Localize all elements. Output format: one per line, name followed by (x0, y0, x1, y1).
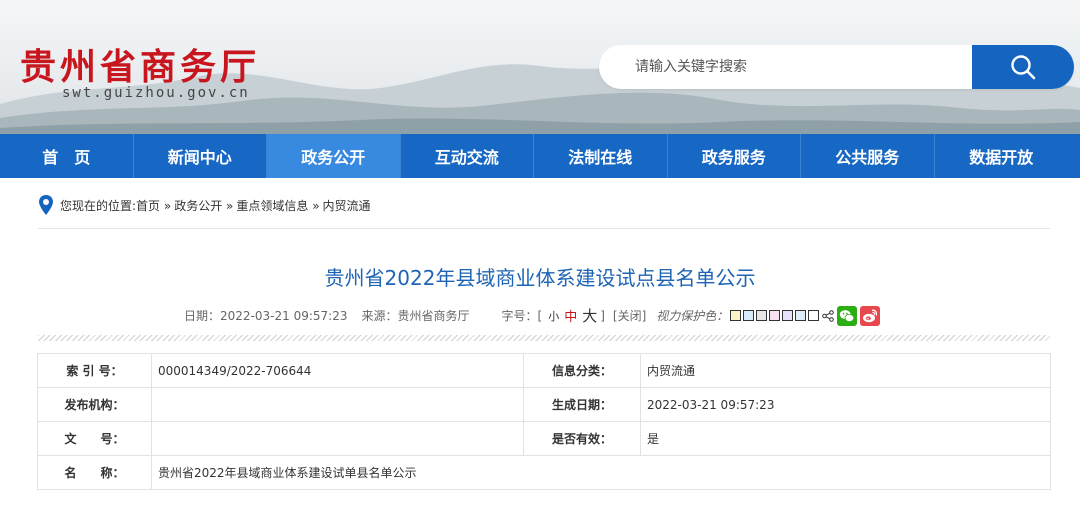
location-pin-icon (39, 195, 53, 215)
divider (38, 228, 1050, 229)
date-label: 日期： (184, 309, 221, 323)
search-bar (599, 45, 1074, 89)
nav-gov-affairs[interactable]: 政务公开 (267, 134, 401, 178)
wechat-icon[interactable] (837, 305, 858, 326)
article-meta: 日期： 2022-03-21 09:57:23 来源： 贵州省商务厅 字号：[ … (184, 305, 881, 326)
created-date-label: 生成日期： (523, 387, 641, 422)
source-value: 贵州省商务厅 (397, 309, 470, 323)
doc-number-value (151, 421, 524, 456)
table-row: 文 号： 是否有效： 是 (37, 421, 1051, 456)
index-number-value: 000014349/2022-706644 (151, 353, 524, 388)
nav-gov-services[interactable]: 政务服务 (668, 134, 801, 178)
color-swatch-cyan[interactable] (795, 310, 807, 321)
category-value: 内贸流通 (640, 353, 1051, 388)
document-info-table: 索 引 号： 000014349/2022-706644 信息分类： 内贸流通 … (37, 353, 1051, 490)
category-label: 信息分类： (523, 353, 641, 388)
color-swatch-purple[interactable] (782, 310, 794, 321)
color-swatch-gray[interactable] (756, 310, 768, 321)
search-button[interactable] (972, 45, 1074, 89)
breadcrumb-domestic-trade[interactable]: 内贸流通 (323, 197, 371, 214)
site-header: 贵州省商务厅 swt.guizhou.gov.cn (0, 0, 1080, 134)
font-size-label: 字号：[ (501, 309, 543, 323)
color-swatch-pink[interactable] (769, 310, 781, 321)
search-input[interactable] (599, 45, 973, 89)
table-row: 发布机构： 生成日期： 2022-03-21 09:57:23 (37, 387, 1051, 422)
publish-date: 2022-03-21 09:57:23 (220, 308, 348, 323)
name-label: 名 称： (37, 455, 152, 490)
table-row: 名 称： 贵州省2022年县域商业体系建设试单县名单公示 (37, 455, 1051, 490)
nav-home[interactable]: 首 页 (0, 134, 134, 178)
index-number-label: 索 引 号： (37, 353, 152, 388)
nav-public-services[interactable]: 公共服务 (801, 134, 935, 178)
site-logo-url: swt.guizhou.gov.cn (62, 85, 250, 101)
weibo-icon[interactable] (860, 305, 881, 326)
nav-interaction[interactable]: 互动交流 (401, 134, 534, 178)
color-swatch-white[interactable] (808, 310, 820, 321)
close-link[interactable]: [关闭] (613, 307, 646, 324)
publisher-label: 发布机构： (37, 387, 152, 422)
breadcrumb: 您现在的位置:首页 » 政务公开 » 重点领域信息 » 内贸流通 (38, 194, 374, 216)
breadcrumb-home[interactable]: 您现在的位置:首页 » (60, 197, 171, 214)
validity-value: 是 (640, 421, 1051, 456)
nav-open-data[interactable]: 数据开放 (935, 134, 1069, 178)
main-nav: 首 页 新闻中心 政务公开 互动交流 法制在线 政务服务 公共服务 数据开放 (0, 134, 1080, 178)
name-value: 贵州省2022年县域商业体系建设试单县名单公示 (151, 455, 1051, 490)
nav-legal[interactable]: 法制在线 (534, 134, 668, 178)
font-size-bracket: ] (600, 308, 605, 323)
created-date-value: 2022-03-21 09:57:23 (640, 387, 1051, 422)
breadcrumb-gov-affairs[interactable]: 政务公开 » (174, 197, 233, 214)
validity-label: 是否有效： (523, 421, 641, 456)
table-row: 索 引 号： 000014349/2022-706644 信息分类： 内贸流通 (37, 353, 1051, 388)
nav-news[interactable]: 新闻中心 (134, 134, 267, 178)
article-title: 贵州省2022年县域商业体系建设试点县名单公示 (324, 266, 756, 290)
share-icon[interactable] (822, 309, 835, 322)
site-logo-title[interactable]: 贵州省商务厅 (20, 38, 260, 90)
doc-number-label: 文 号： (37, 421, 152, 456)
source-label: 来源： (361, 309, 398, 323)
color-swatch-blue[interactable] (743, 310, 755, 321)
font-size-small[interactable]: 小 (548, 308, 559, 324)
publisher-value (151, 387, 524, 422)
search-icon (1011, 55, 1036, 80)
font-size-medium[interactable]: 中 (564, 306, 577, 325)
hatched-divider (38, 335, 1050, 341)
breadcrumb-key-info[interactable]: 重点领域信息 » (236, 197, 319, 214)
color-swatch-yellow[interactable] (730, 310, 742, 321)
eye-protect-label: 视力保护色： (656, 309, 729, 323)
font-size-large[interactable]: 大 (582, 305, 597, 326)
